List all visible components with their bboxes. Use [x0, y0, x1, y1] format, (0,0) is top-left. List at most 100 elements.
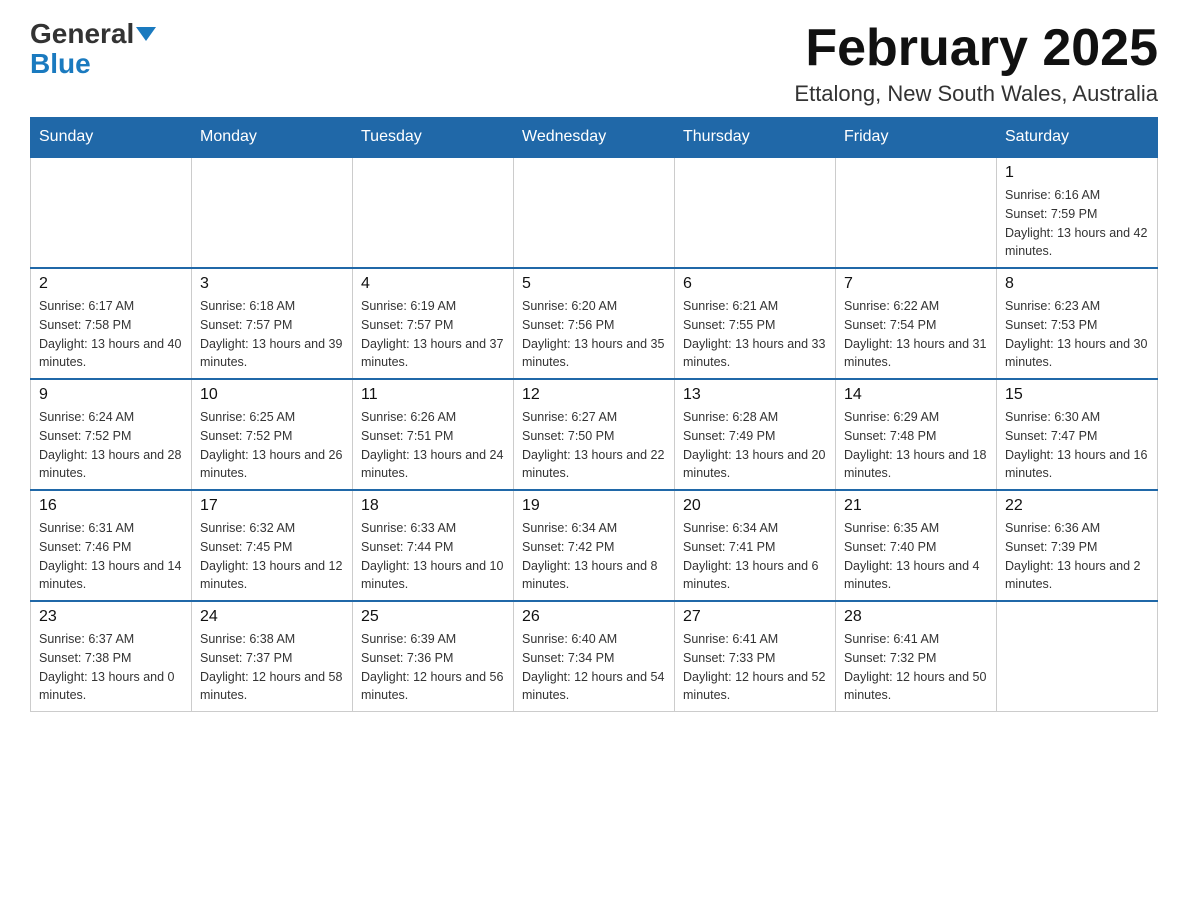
day-info: Sunrise: 6:36 AM Sunset: 7:39 PM Dayligh… — [1005, 519, 1149, 594]
day-number: 28 — [844, 608, 988, 626]
day-info: Sunrise: 6:17 AM Sunset: 7:58 PM Dayligh… — [39, 297, 183, 372]
day-info: Sunrise: 6:22 AM Sunset: 7:54 PM Dayligh… — [844, 297, 988, 372]
logo: General Blue — [30, 20, 156, 80]
day-info: Sunrise: 6:30 AM Sunset: 7:47 PM Dayligh… — [1005, 408, 1149, 483]
col-thursday: Thursday — [675, 118, 836, 158]
table-row: 24 Sunrise: 6:38 AM Sunset: 7:37 PM Dayli… — [192, 601, 353, 712]
day-number: 15 — [1005, 386, 1149, 404]
day-info: Sunrise: 6:20 AM Sunset: 7:56 PM Dayligh… — [522, 297, 666, 372]
col-wednesday: Wednesday — [514, 118, 675, 158]
calendar-week-row: 23 Sunrise: 6:37 AM Sunset: 7:38 PM Dayli… — [31, 601, 1158, 712]
table-row: 28 Sunrise: 6:41 AM Sunset: 7:32 PM Dayli… — [836, 601, 997, 712]
table-row: 7 Sunrise: 6:22 AM Sunset: 7:54 PM Daylig… — [836, 268, 997, 379]
day-info: Sunrise: 6:19 AM Sunset: 7:57 PM Dayligh… — [361, 297, 505, 372]
day-number: 24 — [200, 608, 344, 626]
day-info: Sunrise: 6:39 AM Sunset: 7:36 PM Dayligh… — [361, 630, 505, 705]
table-row: 19 Sunrise: 6:34 AM Sunset: 7:42 PM Dayli… — [514, 490, 675, 601]
table-row — [353, 157, 514, 268]
days-header-row: Sunday Monday Tuesday Wednesday Thursday… — [31, 118, 1158, 158]
day-info: Sunrise: 6:31 AM Sunset: 7:46 PM Dayligh… — [39, 519, 183, 594]
day-number: 10 — [200, 386, 344, 404]
table-row: 22 Sunrise: 6:36 AM Sunset: 7:39 PM Dayli… — [997, 490, 1158, 601]
location-subtitle: Ettalong, New South Wales, Australia — [794, 81, 1158, 107]
day-info: Sunrise: 6:23 AM Sunset: 7:53 PM Dayligh… — [1005, 297, 1149, 372]
day-info: Sunrise: 6:28 AM Sunset: 7:49 PM Dayligh… — [683, 408, 827, 483]
day-info: Sunrise: 6:16 AM Sunset: 7:59 PM Dayligh… — [1005, 186, 1149, 261]
table-row: 9Sunrise: 6:24 AM Sunset: 7:52 PM Daylig… — [31, 379, 192, 490]
day-info: Sunrise: 6:32 AM Sunset: 7:45 PM Dayligh… — [200, 519, 344, 594]
day-number: 22 — [1005, 497, 1149, 515]
table-row: 21Sunrise: 6:35 AM Sunset: 7:40 PM Dayli… — [836, 490, 997, 601]
table-row — [31, 157, 192, 268]
day-number: 20 — [683, 497, 827, 515]
month-title: February 2025 — [794, 20, 1158, 77]
day-number: 17 — [200, 497, 344, 515]
calendar-week-row: 9Sunrise: 6:24 AM Sunset: 7:52 PM Daylig… — [31, 379, 1158, 490]
table-row: 16 Sunrise: 6:31 AM Sunset: 7:46 PM Dayli… — [31, 490, 192, 601]
table-row: 11Sunrise: 6:26 AM Sunset: 7:51 PM Dayli… — [353, 379, 514, 490]
calendar-week-row: 16 Sunrise: 6:31 AM Sunset: 7:46 PM Dayli… — [31, 490, 1158, 601]
day-number: 25 — [361, 608, 505, 626]
day-number: 26 — [522, 608, 666, 626]
calendar-week-row: 2 Sunrise: 6:17 AM Sunset: 7:58 PM Daylig… — [31, 268, 1158, 379]
table-row: 26 Sunrise: 6:40 AM Sunset: 7:34 PM Dayli… — [514, 601, 675, 712]
table-row: 20Sunrise: 6:34 AM Sunset: 7:41 PM Dayli… — [675, 490, 836, 601]
day-info: Sunrise: 6:29 AM Sunset: 7:48 PM Dayligh… — [844, 408, 988, 483]
col-friday: Friday — [836, 118, 997, 158]
day-info: Sunrise: 6:41 AM Sunset: 7:32 PM Dayligh… — [844, 630, 988, 705]
table-row: 15 Sunrise: 6:30 AM Sunset: 7:47 PM Dayli… — [997, 379, 1158, 490]
day-info: Sunrise: 6:27 AM Sunset: 7:50 PM Dayligh… — [522, 408, 666, 483]
calendar-table: Sunday Monday Tuesday Wednesday Thursday… — [30, 117, 1158, 712]
table-row — [997, 601, 1158, 712]
table-row: 27 Sunrise: 6:41 AM Sunset: 7:33 PM Dayli… — [675, 601, 836, 712]
day-number: 2 — [39, 275, 183, 293]
table-row: 2 Sunrise: 6:17 AM Sunset: 7:58 PM Daylig… — [31, 268, 192, 379]
day-number: 5 — [522, 275, 666, 293]
day-info: Sunrise: 6:24 AM Sunset: 7:52 PM Dayligh… — [39, 408, 183, 483]
table-row: 23 Sunrise: 6:37 AM Sunset: 7:38 PM Dayli… — [31, 601, 192, 712]
title-block: February 2025 Ettalong, New South Wales,… — [794, 20, 1158, 107]
day-number: 13 — [683, 386, 827, 404]
table-row: 25 Sunrise: 6:39 AM Sunset: 7:36 PM Dayli… — [353, 601, 514, 712]
logo-arrow-icon — [136, 27, 156, 41]
table-row: 10 Sunrise: 6:25 AM Sunset: 7:52 PM Dayli… — [192, 379, 353, 490]
day-number: 7 — [844, 275, 988, 293]
table-row — [192, 157, 353, 268]
col-tuesday: Tuesday — [353, 118, 514, 158]
day-number: 4 — [361, 275, 505, 293]
day-number: 8 — [1005, 275, 1149, 293]
day-number: 12 — [522, 386, 666, 404]
day-number: 6 — [683, 275, 827, 293]
col-saturday: Saturday — [997, 118, 1158, 158]
col-monday: Monday — [192, 118, 353, 158]
table-row: 5 Sunrise: 6:20 AM Sunset: 7:56 PM Daylig… — [514, 268, 675, 379]
day-number: 23 — [39, 608, 183, 626]
col-sunday: Sunday — [31, 118, 192, 158]
table-row: 17 Sunrise: 6:32 AM Sunset: 7:45 PM Dayli… — [192, 490, 353, 601]
day-info: Sunrise: 6:21 AM Sunset: 7:55 PM Dayligh… — [683, 297, 827, 372]
day-number: 14 — [844, 386, 988, 404]
table-row: 4 Sunrise: 6:19 AM Sunset: 7:57 PM Daylig… — [353, 268, 514, 379]
day-info: Sunrise: 6:40 AM Sunset: 7:34 PM Dayligh… — [522, 630, 666, 705]
day-info: Sunrise: 6:38 AM Sunset: 7:37 PM Dayligh… — [200, 630, 344, 705]
table-row: 14 Sunrise: 6:29 AM Sunset: 7:48 PM Dayli… — [836, 379, 997, 490]
day-number: 27 — [683, 608, 827, 626]
logo-blue-text: Blue — [30, 48, 91, 80]
day-number: 18 — [361, 497, 505, 515]
table-row: 6 Sunrise: 6:21 AM Sunset: 7:55 PM Daylig… — [675, 268, 836, 379]
day-number: 19 — [522, 497, 666, 515]
table-row: 1 Sunrise: 6:16 AM Sunset: 7:59 PM Daylig… — [997, 157, 1158, 268]
page-header: General Blue February 2025 Ettalong, New… — [30, 20, 1158, 107]
day-info: Sunrise: 6:34 AM Sunset: 7:42 PM Dayligh… — [522, 519, 666, 594]
day-number: 1 — [1005, 164, 1149, 182]
table-row: 3 Sunrise: 6:18 AM Sunset: 7:57 PM Daylig… — [192, 268, 353, 379]
day-number: 3 — [200, 275, 344, 293]
day-number: 16 — [39, 497, 183, 515]
day-info: Sunrise: 6:41 AM Sunset: 7:33 PM Dayligh… — [683, 630, 827, 705]
day-info: Sunrise: 6:18 AM Sunset: 7:57 PM Dayligh… — [200, 297, 344, 372]
table-row: 13 Sunrise: 6:28 AM Sunset: 7:49 PM Dayli… — [675, 379, 836, 490]
day-info: Sunrise: 6:37 AM Sunset: 7:38 PM Dayligh… — [39, 630, 183, 705]
day-info: Sunrise: 6:25 AM Sunset: 7:52 PM Dayligh… — [200, 408, 344, 483]
table-row — [836, 157, 997, 268]
calendar-week-row: 1 Sunrise: 6:16 AM Sunset: 7:59 PM Daylig… — [31, 157, 1158, 268]
